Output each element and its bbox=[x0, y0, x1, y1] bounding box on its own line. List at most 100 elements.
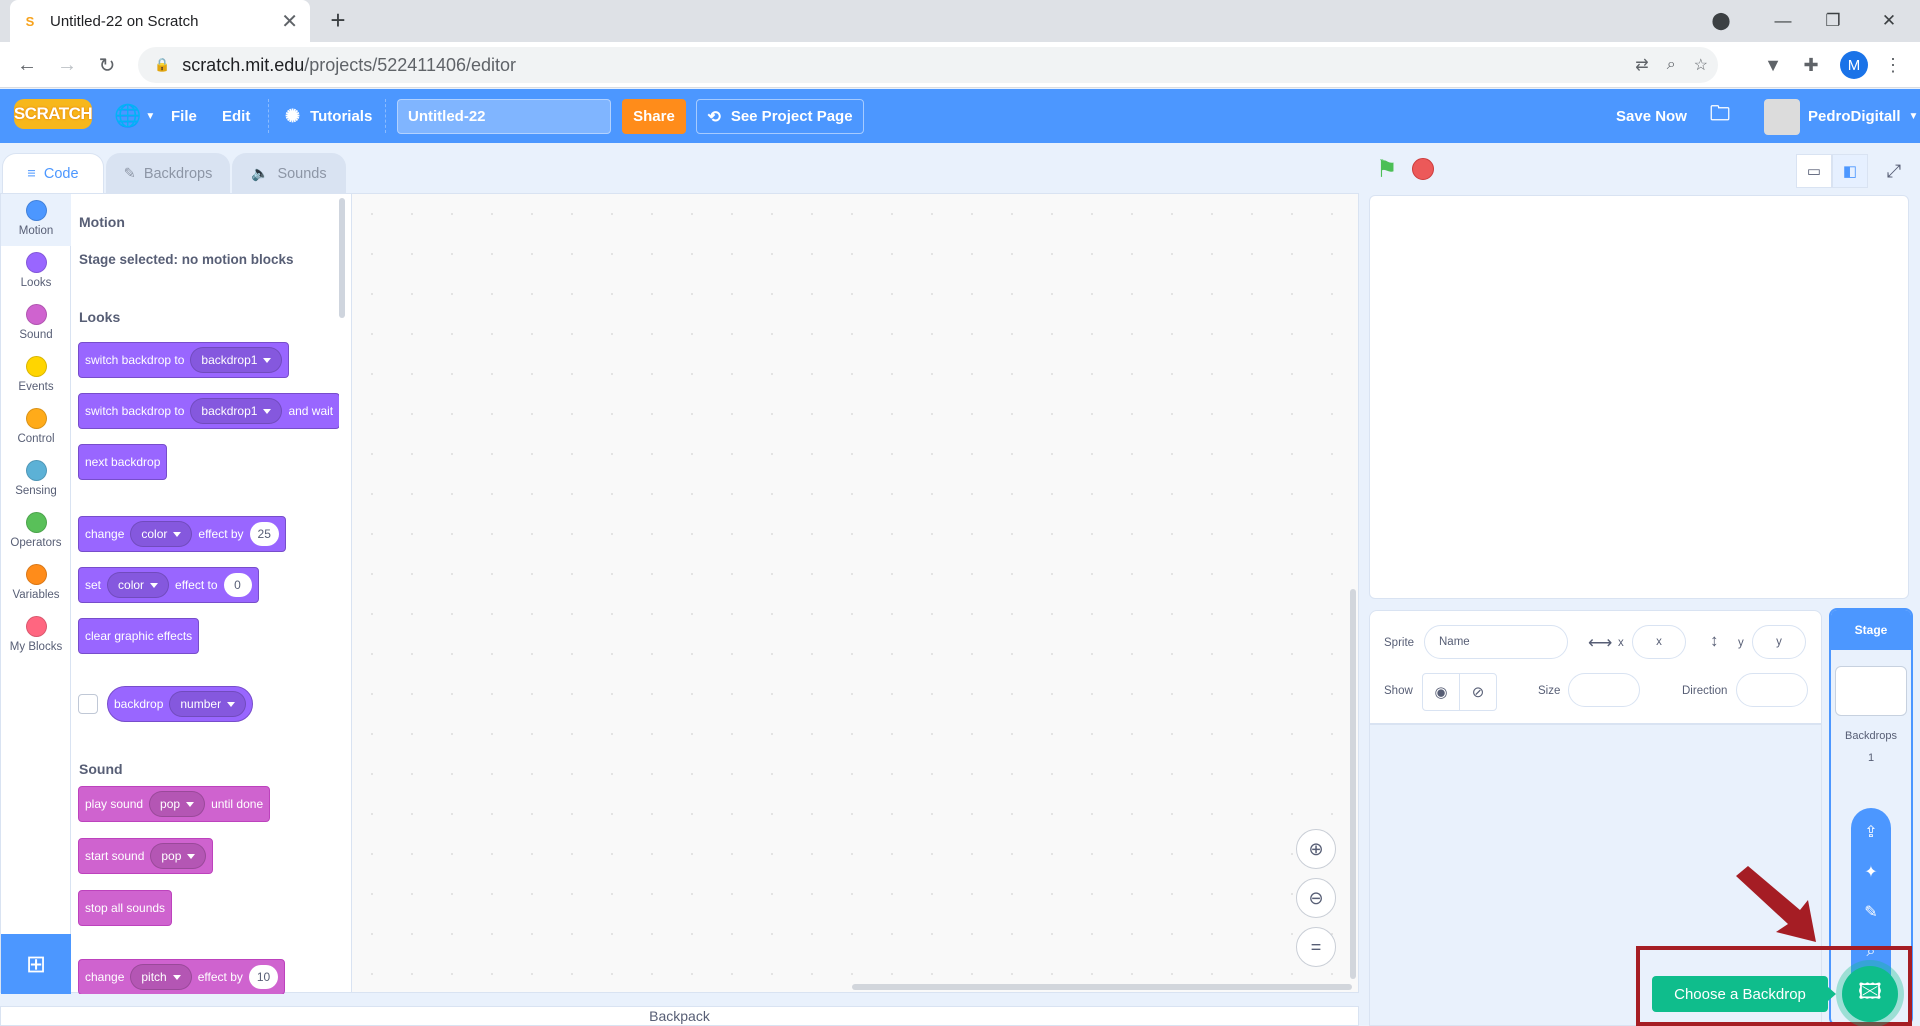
workspace-horizontal-scrollbar[interactable] bbox=[852, 984, 1352, 990]
block-text: backdrop bbox=[114, 697, 164, 711]
sprite-name-input[interactable]: Name bbox=[1424, 625, 1568, 659]
change-effect-block[interactable]: change color effect by 25 bbox=[78, 516, 286, 552]
switch-backdrop-block[interactable]: switch backdrop to backdrop1 bbox=[78, 342, 290, 378]
tutorials-button[interactable]: ✺ Tutorials bbox=[285, 89, 372, 143]
switch-backdrop-and-wait-block[interactable]: switch backdrop to backdrop1 and wait bbox=[78, 393, 339, 429]
code-workspace[interactable]: ⊕ ⊖ = bbox=[352, 193, 1359, 993]
y-input[interactable]: y bbox=[1752, 625, 1806, 659]
next-backdrop-block[interactable]: next backdrop bbox=[78, 444, 168, 480]
stop-sign-icon[interactable] bbox=[1412, 158, 1434, 180]
backdrop-monitor-checkbox[interactable] bbox=[78, 694, 98, 714]
new-tab-icon[interactable]: + bbox=[324, 5, 352, 35]
size-input[interactable] bbox=[1568, 673, 1640, 707]
add-extension-button[interactable]: ⊞ bbox=[1, 934, 71, 994]
sound-dropdown[interactable]: pop bbox=[150, 843, 207, 869]
zoom-in-icon[interactable]: ⊕ bbox=[1296, 829, 1336, 869]
username: PedroDigitall bbox=[1808, 107, 1901, 125]
category-control[interactable]: Control bbox=[1, 402, 71, 454]
close-tab-icon[interactable]: ✕ bbox=[281, 9, 298, 34]
restore-icon[interactable]: ❐ bbox=[1810, 0, 1856, 42]
minimize-icon[interactable]: — bbox=[1760, 0, 1806, 42]
star-icon[interactable]: ☆ bbox=[1694, 55, 1708, 75]
tab-backdrops-label: Backdrops bbox=[143, 165, 213, 182]
backpack-header[interactable]: Backpack bbox=[0, 1006, 1359, 1026]
category-sound[interactable]: Sound bbox=[1, 298, 71, 350]
show-label: Show bbox=[1384, 685, 1413, 697]
set-effect-block[interactable]: set color effect to 0 bbox=[78, 567, 259, 603]
more-icon[interactable]: ⋮ bbox=[1878, 50, 1908, 80]
share-button[interactable]: Share bbox=[622, 99, 686, 134]
back-icon[interactable]: ← bbox=[12, 50, 42, 80]
profile-avatar[interactable]: M bbox=[1840, 51, 1868, 79]
language-globe-icon[interactable]: 🌐 ▼ bbox=[114, 89, 155, 143]
save-now-button[interactable]: Save Now bbox=[1616, 89, 1687, 143]
extension-icon[interactable]: ▼ bbox=[1758, 50, 1788, 80]
url-path: /projects/522411406/editor bbox=[304, 54, 517, 75]
effect-dropdown[interactable]: color bbox=[107, 572, 170, 598]
file-menu[interactable]: File bbox=[171, 89, 197, 143]
start-sound-block[interactable]: start sound pop bbox=[78, 838, 214, 874]
tab-sounds[interactable]: 🔈 Sounds bbox=[232, 153, 346, 193]
normal-stage-icon[interactable]: ◧ bbox=[1832, 154, 1868, 188]
paint-icon[interactable]: ✎ bbox=[1851, 894, 1891, 930]
stop-all-sounds-block[interactable]: stop all sounds bbox=[78, 890, 173, 926]
project-title-input[interactable]: Untitled-22 bbox=[397, 99, 611, 134]
backdrop-dropdown[interactable]: backdrop1 bbox=[190, 347, 283, 373]
number-dropdown[interactable]: number bbox=[169, 691, 247, 717]
url-field[interactable]: 🔒 scratch.mit.edu/projects/522411406/edi… bbox=[138, 47, 1718, 83]
palette-scrollbar[interactable] bbox=[339, 198, 345, 318]
puzzle-icon[interactable]: ✚ bbox=[1796, 50, 1826, 80]
sound-dropdown[interactable]: pop bbox=[149, 791, 206, 817]
show-eye-icon[interactable]: ◉ bbox=[1422, 673, 1460, 711]
direction-input[interactable] bbox=[1736, 673, 1808, 707]
tab-backdrops[interactable]: ✎ Backdrops bbox=[106, 153, 230, 193]
pitch-dropdown[interactable]: pitch bbox=[130, 964, 192, 990]
surprise-icon[interactable]: ✦ bbox=[1851, 854, 1891, 890]
my-stuff-folder-icon[interactable]: 🗀 bbox=[1710, 89, 1730, 143]
reload-icon[interactable]: ↻ bbox=[92, 50, 122, 80]
forward-icon[interactable]: → bbox=[52, 50, 82, 80]
tab-code[interactable]: ≡ Code bbox=[2, 153, 104, 193]
scratch-logo[interactable]: SCRATCH bbox=[14, 99, 93, 129]
translate-icon[interactable]: ⇄ bbox=[1635, 55, 1648, 75]
see-project-page-button[interactable]: ⟲ See Project Page bbox=[696, 99, 864, 134]
hide-eye-icon[interactable]: ⊘ bbox=[1459, 673, 1497, 711]
category-operators[interactable]: Operators bbox=[1, 506, 71, 558]
category-motion[interactable]: Motion bbox=[1, 194, 71, 246]
zoom-reset-icon[interactable]: = bbox=[1296, 927, 1336, 967]
small-stage-icon[interactable]: ▭ bbox=[1796, 154, 1832, 188]
category-sensing[interactable]: Sensing bbox=[1, 454, 71, 506]
choose-backdrop-button[interactable]: 🖾 bbox=[1842, 966, 1898, 1022]
backdrop-thumbnail[interactable] bbox=[1835, 666, 1907, 716]
close-window-icon[interactable]: ✕ bbox=[1866, 0, 1912, 42]
upload-icon[interactable]: ⇪ bbox=[1851, 814, 1891, 850]
browser-menu-icon[interactable]: ⬤ bbox=[1698, 0, 1744, 42]
account-menu[interactable]: PedroDigitall ▼ bbox=[1808, 89, 1918, 143]
play-sound-until-done-block[interactable]: play sound pop until done bbox=[78, 786, 271, 822]
workspace-vertical-scrollbar[interactable] bbox=[1350, 589, 1356, 979]
browser-tab[interactable]: S Untitled-22 on Scratch ✕ bbox=[10, 0, 310, 42]
backdrop-number-reporter[interactable]: backdrop number bbox=[107, 686, 254, 722]
effect-by-input[interactable]: 25 bbox=[249, 522, 279, 546]
backdrop-dropdown[interactable]: backdrop1 bbox=[190, 398, 283, 424]
x-input[interactable]: x bbox=[1632, 625, 1686, 659]
effect-to-input[interactable]: 0 bbox=[223, 573, 252, 597]
change-pitch-block[interactable]: change pitch effect by 10 bbox=[78, 959, 286, 994]
stage-canvas[interactable] bbox=[1369, 195, 1909, 599]
fullscreen-icon[interactable]: ⤢ bbox=[1876, 154, 1912, 188]
zoom-out-icon[interactable]: ⊖ bbox=[1296, 878, 1336, 918]
block-palette: Motion Looks Sound Events Control Sensing Oper… bbox=[0, 193, 352, 994]
category-my-blocks[interactable]: My Blocks bbox=[1, 610, 71, 662]
edit-menu[interactable]: Edit bbox=[222, 89, 250, 143]
category-looks[interactable]: Looks bbox=[1, 246, 71, 298]
user-avatar[interactable] bbox=[1764, 99, 1800, 135]
pitch-input[interactable]: 10 bbox=[248, 965, 279, 989]
red-arrow-annotation bbox=[1736, 866, 1816, 942]
category-variables[interactable]: Variables bbox=[1, 558, 71, 610]
sprite-label: Sprite bbox=[1384, 637, 1415, 649]
category-events[interactable]: Events bbox=[1, 350, 71, 402]
green-flag-icon[interactable]: ⚑ bbox=[1376, 155, 1398, 184]
effect-dropdown[interactable]: color bbox=[130, 521, 193, 547]
clear-graphic-effects-block[interactable]: clear graphic effects bbox=[78, 618, 200, 654]
zoom-icon[interactable]: ⌕ bbox=[1667, 56, 1676, 74]
